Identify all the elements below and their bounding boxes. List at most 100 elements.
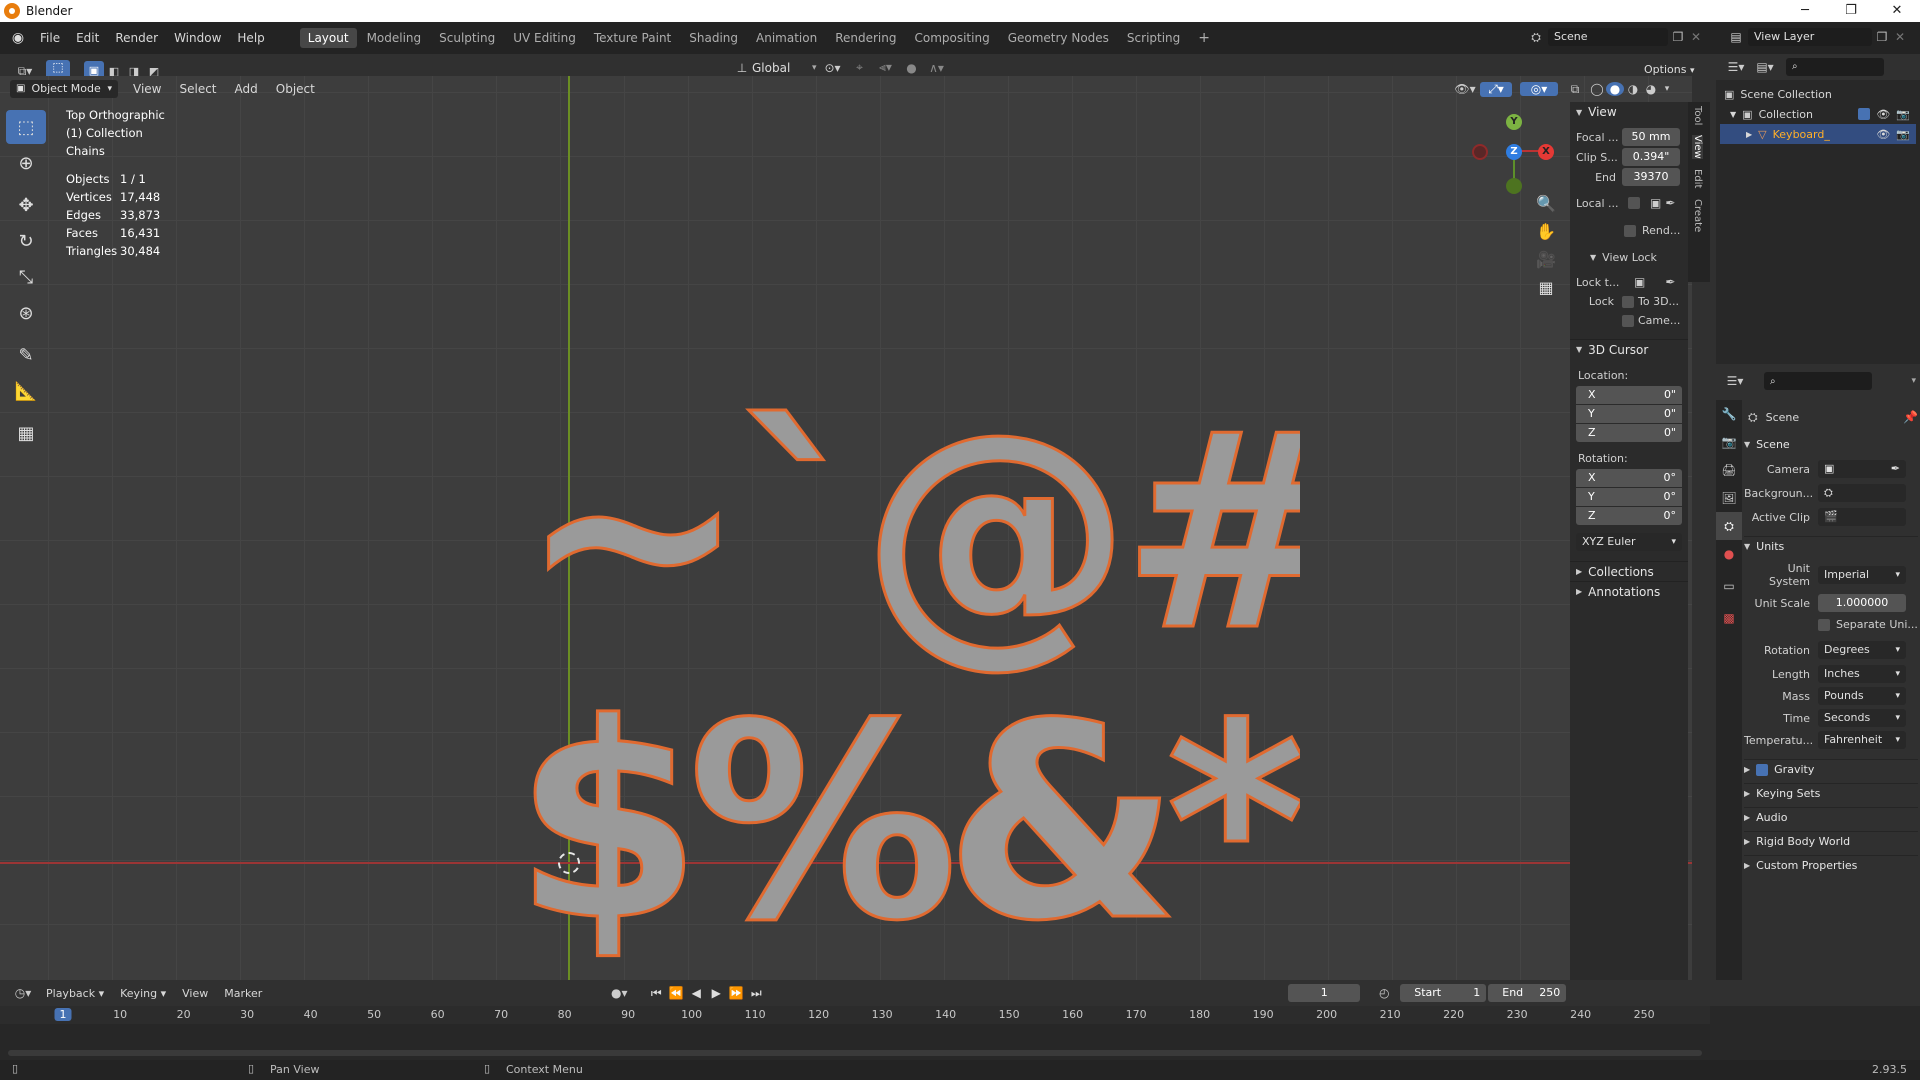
eyedropper-icon[interactable]: ✒ [1665, 275, 1675, 289]
pin-icon[interactable]: 📌 [1903, 410, 1918, 424]
cursor-rotation-x-field[interactable]: X 0° [1576, 469, 1682, 487]
select-box-tool-icon[interactable]: ⬚ [6, 110, 46, 144]
view-layer-field[interactable]: View Layer [1748, 28, 1872, 46]
gravity-section-header[interactable]: ▶ Gravity [1744, 759, 1918, 779]
units-section-header[interactable]: ▼ Units [1744, 536, 1918, 556]
viewport-menu-object[interactable]: Object [267, 82, 324, 96]
wireframe-shading-icon[interactable]: ◯ [1588, 82, 1606, 96]
timeline-menu-keying[interactable]: Keying ▾ [112, 987, 174, 1000]
menu-help[interactable]: Help [229, 31, 272, 45]
outliner-editor-icon[interactable]: ☰▾ [1722, 60, 1750, 74]
world-properties-icon[interactable]: ● [1716, 540, 1742, 568]
camera-picker-icon[interactable]: ▣ [1650, 196, 1661, 210]
tab-view[interactable]: View [1692, 135, 1703, 160]
tab-modeling[interactable]: Modeling [359, 28, 430, 48]
pan-hand-icon[interactable]: ✋ [1532, 222, 1560, 250]
jump-keyframe-back-icon[interactable]: ⏪ [666, 986, 686, 1000]
timeline-frame-area[interactable] [0, 1024, 1710, 1050]
output-properties-icon[interactable]: 🖨 [1716, 456, 1742, 484]
rotation-units-dropdown[interactable]: Degrees ▾ [1818, 641, 1906, 659]
tab-layout[interactable]: Layout [299, 28, 357, 48]
outliner-collection[interactable]: ▼ ▣ Collection 👁 📷 [1720, 104, 1916, 124]
scene-properties-icon[interactable]: ⛭ [1716, 512, 1742, 540]
cursor-rotation-z-field[interactable]: Z 0° [1576, 507, 1682, 525]
active-clip-field[interactable]: 🎬 [1818, 508, 1906, 526]
close-button[interactable]: ✕ [1874, 0, 1920, 22]
length-units-dropdown[interactable]: Inches ▾ [1818, 665, 1906, 683]
pivot-point-icon[interactable]: ⊙▾ [817, 61, 849, 75]
gizmo-z-axis[interactable]: Z [1506, 144, 1522, 160]
annotations-section-header[interactable]: ▶ Annotations [1570, 581, 1688, 601]
measure-tool-icon[interactable]: 📐 [6, 374, 46, 408]
cursor-location-y-field[interactable]: Y 0" [1576, 405, 1682, 423]
solid-shading-icon[interactable]: ● [1606, 82, 1624, 96]
start-frame-field[interactable]: Start 1 [1400, 984, 1487, 1002]
outliner-search-input[interactable]: ⌕ [1786, 58, 1884, 76]
play-icon[interactable]: ▶ [706, 986, 726, 1000]
cursor-tool-icon[interactable]: ⊕ [6, 146, 46, 180]
gizmo-x-axis[interactable]: X [1538, 144, 1554, 160]
menu-render[interactable]: Render [107, 31, 166, 45]
menu-edit[interactable]: Edit [68, 31, 107, 45]
keyboard-text-object[interactable]: ~`@# $%&*() [500, 306, 1301, 967]
keying-sets-section-header[interactable]: ▶ Keying Sets [1744, 783, 1918, 803]
snap-target-icon[interactable]: ⫷▾ [871, 60, 901, 75]
tab-texture-paint[interactable]: Texture Paint [586, 28, 679, 48]
material-shading-icon[interactable]: ◑ [1624, 82, 1642, 96]
visibility-icon[interactable]: 👁▾ [1450, 82, 1480, 96]
tab-animation[interactable]: Animation [748, 28, 825, 48]
timeline-scrollbar[interactable] [8, 1050, 1702, 1056]
transform-orientation-dropdown[interactable]: Global [752, 61, 812, 75]
menu-file[interactable]: File [32, 31, 68, 45]
viewport-menu-view[interactable]: View [124, 82, 170, 96]
lock-to-3d-cursor-checkbox[interactable] [1622, 295, 1634, 308]
overlays-icon[interactable]: ◎▾ [1520, 82, 1558, 96]
clip-start-field[interactable]: 0.394" [1622, 148, 1680, 166]
render-region-checkbox[interactable] [1624, 224, 1636, 237]
collection-properties-icon[interactable]: ▭ [1716, 568, 1742, 604]
tab-create[interactable]: Create [1692, 199, 1703, 232]
camera-icon[interactable]: 📷 [1896, 108, 1910, 121]
eye-icon[interactable]: 👁 [1876, 128, 1890, 141]
navigation-gizmo[interactable]: Y X Z [1470, 106, 1560, 196]
3d-cursor-section-header[interactable]: ▼ 3D Cursor [1570, 339, 1688, 359]
tab-compositing[interactable]: Compositing [906, 28, 997, 48]
tab-uv-editing[interactable]: UV Editing [505, 28, 584, 48]
eye-icon[interactable]: 👁 [1876, 108, 1890, 121]
focal-length-field[interactable]: 50 mm [1622, 128, 1680, 146]
camera-view-icon[interactable]: 🎥 [1532, 250, 1560, 278]
collections-section-header[interactable]: ▶ Collections [1570, 561, 1688, 581]
properties-search-input[interactable]: ⌕ [1764, 372, 1872, 390]
add-cube-tool-icon[interactable]: ▦ [6, 416, 46, 450]
play-reverse-icon[interactable]: ◀ [686, 986, 706, 1000]
lock-camera-checkbox[interactable] [1622, 314, 1634, 327]
texture-properties-icon[interactable]: ▩ [1716, 604, 1742, 632]
restore-button[interactable]: ❐ [1828, 0, 1874, 22]
tab-rendering[interactable]: Rendering [827, 28, 904, 48]
properties-editor-icon[interactable]: ☰▾ [1720, 374, 1750, 388]
camera-icon[interactable]: 📷 [1896, 128, 1910, 141]
delete-view-layer-icon[interactable]: ✕ [1892, 30, 1908, 44]
jump-end-icon[interactable]: ⏭ [746, 986, 766, 1001]
timeline-menu-marker[interactable]: Marker [216, 987, 270, 1000]
custom-properties-section-header[interactable]: ▶ Custom Properties [1744, 855, 1918, 875]
current-frame-field[interactable]: 1 [1288, 984, 1361, 1002]
object-picker-icon[interactable]: ▣ [1634, 275, 1645, 289]
shading-options-icon[interactable]: ▾ [1660, 84, 1674, 94]
gizmo-y-axis[interactable]: Y [1506, 114, 1522, 130]
transform-tool-icon[interactable]: ⊛ [6, 296, 46, 330]
eyedropper-icon[interactable]: ✒ [1665, 196, 1675, 210]
timeline-menu-view[interactable]: View [174, 987, 216, 1000]
cursor-location-x-field[interactable]: X 0" [1576, 386, 1682, 404]
outliner-scene-collection[interactable]: ▣ Scene Collection [1720, 84, 1916, 104]
view-lock-section-header[interactable]: ▼ View Lock [1570, 247, 1688, 267]
scene-name-field[interactable]: Scene [1548, 28, 1668, 46]
chevron-down-icon[interactable]: ▾ [1911, 376, 1916, 386]
tool-settings-icon[interactable]: 🔧 [1716, 400, 1742, 428]
timeline-menu-playback[interactable]: Playback ▾ [38, 987, 112, 1000]
jump-keyframe-forward-icon[interactable]: ⏩ [726, 986, 746, 1000]
local-camera-checkbox[interactable] [1628, 197, 1640, 209]
viewport-menu-select[interactable]: Select [170, 82, 225, 96]
minimize-button[interactable]: ─ [1782, 0, 1828, 22]
annotate-tool-icon[interactable]: ✎ [6, 338, 46, 372]
